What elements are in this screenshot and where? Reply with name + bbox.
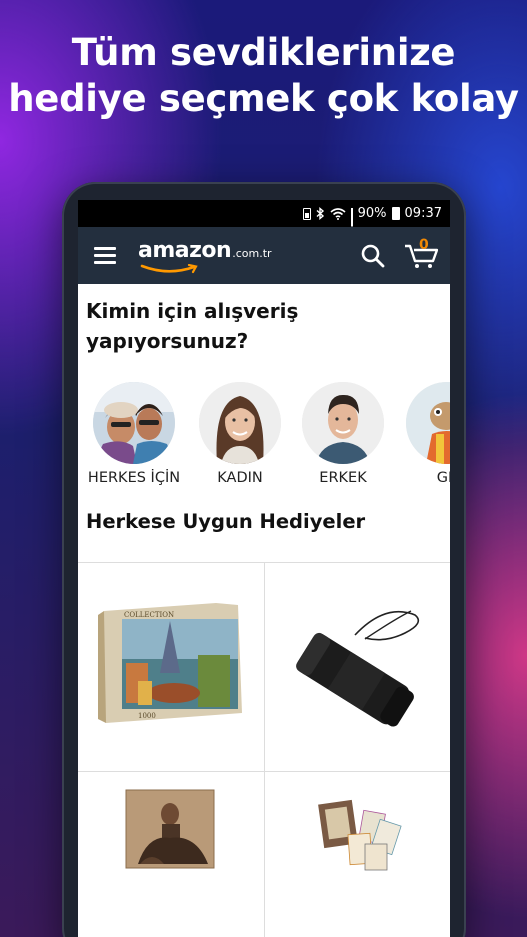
hamburger-menu-icon[interactable]	[94, 247, 116, 264]
gift-section-title: Herkese Uygun Hediyeler	[86, 510, 366, 533]
battery-percent: 90%	[357, 206, 387, 221]
bluetooth-icon	[316, 207, 324, 220]
monocular-image	[296, 610, 420, 727]
search-icon[interactable]	[360, 243, 386, 269]
shopper-woman[interactable]: KADIN	[190, 382, 290, 486]
tarot-cards-image	[318, 799, 402, 871]
phone-screen: 90% 09:37 amazon.com.tr 0 Kimin için alı…	[78, 200, 450, 937]
wifi-icon	[330, 207, 346, 220]
product-tile-tarot[interactable]	[265, 772, 450, 937]
puzzle-box-image: COLLECTION 1000	[98, 603, 242, 723]
signal-icon	[350, 207, 353, 238]
headline-line-2: hediye seçmek çok kolay	[8, 77, 519, 120]
logo-tld: .com.tr	[232, 247, 272, 260]
shopper-question-heading: Kimin için alışveriş yapıyorsunuz?	[86, 296, 386, 356]
everyone-avatar	[93, 382, 175, 464]
man-avatar	[302, 382, 384, 464]
question-line-2: yapıyorsunuz?	[86, 329, 249, 353]
app-header: amazon.com.tr 0	[78, 227, 450, 284]
cart-count-badge: 0	[419, 237, 429, 253]
puzzle-box-text-top: COLLECTION	[124, 611, 174, 619]
kids-avatar	[406, 382, 450, 464]
question-line-1: Kimin için alışveriş	[86, 299, 299, 323]
battery-saver-icon	[302, 207, 311, 220]
product-tile-monocular[interactable]	[265, 563, 450, 771]
logo-word: amazon	[138, 238, 232, 263]
status-bar: 90% 09:37	[78, 200, 450, 238]
shopper-carousel[interactable]: HERKES İÇİN KADIN ERKEK G	[78, 382, 450, 486]
shopper-label-man: ERKEK	[319, 470, 367, 486]
product-grid: COLLECTION 1000	[78, 562, 450, 937]
portrait-puzzle-image	[125, 789, 215, 869]
puzzle-box-text-bottom: 1000	[138, 712, 156, 720]
shopper-label-kids: GE	[436, 470, 450, 486]
amazon-logo[interactable]: amazon.com.tr	[138, 238, 272, 274]
shopper-label-everyone: HERKES İÇİN	[87, 470, 181, 486]
shopper-kids[interactable]: GE	[397, 382, 450, 486]
logo-smile-icon	[140, 264, 198, 274]
headline-line-1: Tüm sevdiklerinize	[71, 31, 456, 74]
battery-icon	[391, 207, 400, 220]
product-tile-puzzle[interactable]: COLLECTION 1000	[78, 563, 264, 771]
clock: 09:37	[404, 206, 442, 221]
shopper-label-woman: KADIN	[217, 470, 263, 486]
shopper-everyone[interactable]: HERKES İÇİN	[84, 382, 184, 486]
shopper-man[interactable]: ERKEK	[293, 382, 393, 486]
woman-avatar	[199, 382, 281, 464]
promo-headline: Tüm sevdiklerinize hediye seçmek çok kol…	[0, 30, 527, 122]
product-tile-portrait[interactable]	[78, 772, 264, 937]
